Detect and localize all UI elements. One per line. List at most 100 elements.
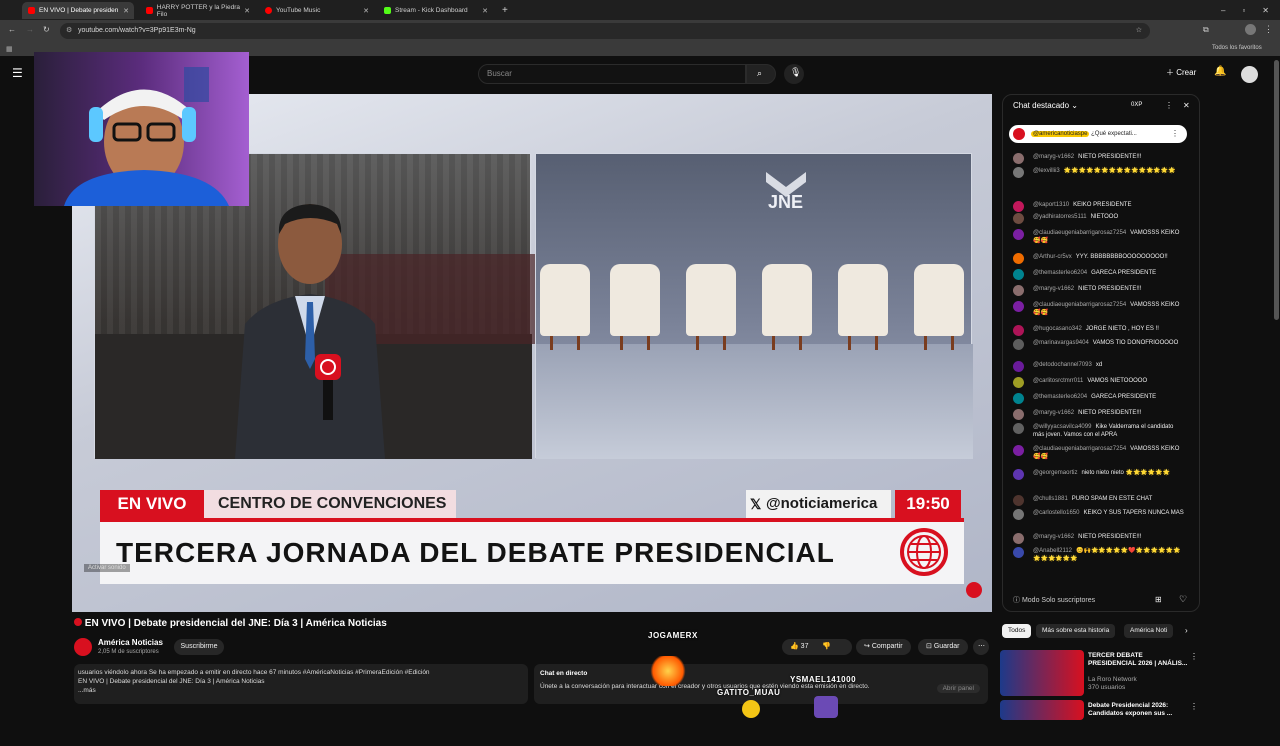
browser-tab-debate[interactable]: EN VIVO | Debate presiden ✕ (22, 2, 134, 19)
recommended-video[interactable]: TERCER DEBATE PRESIDENCIAL 2026 | ANÁLIS… (1000, 650, 1200, 696)
chat-author[interactable]: @Anabell2112 (1033, 548, 1072, 554)
forward-icon[interactable]: → (26, 25, 34, 34)
chevron-right-icon[interactable]: › (1185, 626, 1188, 635)
profile-avatar[interactable] (1245, 24, 1256, 35)
minimize-icon[interactable]: – (1221, 6, 1225, 15)
site-info-icon[interactable]: ⚙ (66, 23, 72, 39)
chat-avatar[interactable] (1013, 509, 1024, 520)
chat-message[interactable]: @georgemaortiz nieto nieto nieto 🌟🌟🌟🌟🌟🌟 (1013, 469, 1185, 480)
voice-search-button[interactable]: 🎙 (784, 64, 804, 84)
chat-author[interactable]: @maryg-v1662 (1033, 286, 1074, 292)
save-button[interactable]: ⊡ Guardar (918, 639, 968, 655)
account-avatar[interactable] (1241, 66, 1258, 83)
chat-message[interactable]: @themasterleo6204 GARECA PRESIDENTE (1013, 393, 1185, 404)
chat-author[interactable]: @lexvillii3 (1033, 168, 1060, 174)
dislike-icon[interactable]: 👎 (822, 643, 831, 650)
chat-message[interactable]: @themasterleo6204 GARECA PRESIDENTE (1013, 269, 1185, 280)
chat-avatar[interactable] (1013, 495, 1024, 506)
chat-author[interactable]: @claudiaeugeniabarrigarosaz7254 (1033, 446, 1126, 452)
chat-avatar[interactable] (1013, 445, 1024, 456)
show-more-link[interactable]: ...más (78, 686, 524, 695)
chat-message[interactable]: @carlitosrctmrr011 VAMOS NIETOOOOO (1013, 377, 1185, 388)
search-button[interactable]: ⌕ (746, 64, 776, 84)
chat-author[interactable]: @maryg-v1662 (1033, 534, 1074, 540)
open-panel-button[interactable]: Abrir panel (936, 684, 980, 693)
close-icon[interactable]: ✕ (123, 7, 129, 15)
points-badge[interactable]: 0XP (1131, 102, 1142, 108)
chat-message[interactable]: @hugocasano342 JORGE NIETO , HOY ES !! (1013, 325, 1185, 336)
chat-avatar[interactable] (1013, 377, 1024, 388)
chat-avatar[interactable] (1013, 285, 1024, 296)
browser-tab-youtube-music[interactable]: YouTube Music ✕ (259, 2, 374, 19)
chat-message[interactable]: @claudiaeugeniabarrigarosaz7254 VAMOSSS K… (1013, 301, 1185, 317)
chat-avatar[interactable] (1013, 339, 1024, 350)
close-icon[interactable]: ✕ (482, 7, 488, 15)
unmute-hint[interactable]: Activar sonido (84, 564, 130, 572)
chat-avatar[interactable] (1013, 269, 1024, 280)
window-controls[interactable]: – ▫ ✕ (1215, 2, 1275, 19)
chat-message[interactable]: @maryg-v1662 NIETO PRESIDENTE!!! (1013, 409, 1185, 420)
page-scrollbar[interactable] (1274, 60, 1279, 320)
chat-author[interactable]: @themasterleo6204 (1033, 394, 1087, 400)
notifications-bell-icon[interactable]: 🔔 (1214, 66, 1226, 77)
filter-chip-channel[interactable]: América Noti (1124, 624, 1174, 638)
chat-message[interactable]: @Arthur-cr5vx YYY. BBBBBBBBOOOOOOOOO!! (1013, 253, 1185, 264)
chat-avatar[interactable] (1013, 213, 1024, 224)
close-window-icon[interactable]: ✕ (1262, 6, 1269, 15)
filter-chip-all[interactable]: Todos (1002, 624, 1032, 638)
share-button[interactable]: ↪ Compartir (856, 639, 911, 655)
chat-author[interactable]: @Arthur-cr5vx (1033, 254, 1072, 260)
like-icon[interactable]: 👍 (790, 643, 799, 650)
close-icon[interactable]: ✕ (244, 7, 250, 15)
chat-author[interactable]: @carlitosrctmrr011 (1033, 378, 1083, 384)
chat-avatar[interactable] (1013, 393, 1024, 404)
channel-avatar[interactable] (74, 638, 92, 656)
close-chat-icon[interactable]: ✕ (1183, 101, 1190, 110)
chat-avatar[interactable] (1013, 153, 1024, 164)
browser-menu-icon[interactable]: ⋮ (1264, 24, 1273, 35)
chat-options-icon[interactable]: ⋮ (1165, 101, 1173, 110)
filter-chip-story[interactable]: Más sobre esta historia (1036, 624, 1116, 638)
more-actions-icon[interactable]: ⋯ (973, 639, 989, 655)
chat-author[interactable]: @maryg-v1662 (1033, 410, 1074, 416)
back-icon[interactable]: ← (8, 25, 16, 34)
chat-mode-dropdown[interactable]: Chat destacado ⌄ (1013, 101, 1078, 110)
chat-message[interactable]: @kaport1310 KEIKO PRESIDENTE (1013, 201, 1185, 212)
chat-author[interactable]: @kaport1310 (1033, 202, 1069, 208)
chat-message[interactable]: @claudiaeugeniabarrigarosaz7254 VAMOSSS K… (1013, 445, 1185, 461)
search-input[interactable]: Buscar (478, 64, 746, 84)
chat-avatar[interactable] (1013, 253, 1024, 264)
chat-message[interactable]: @Anabell2112 😊🙌🌟🌟🌟🌟🌟❤️🌟🌟🌟🌟🌟🌟🌟🌟🌟🌟🌟🌟 (1013, 547, 1185, 563)
reload-icon[interactable]: ↻ (43, 25, 50, 34)
chat-avatar[interactable] (1013, 469, 1024, 480)
chat-author[interactable]: @georgemaortiz (1033, 470, 1077, 476)
chat-message[interactable]: @yadhiratorres5111 NIETOOO (1013, 213, 1185, 224)
chat-message[interactable]: @willyyacsavilca4099 Kike Valderrama el c… (1013, 423, 1185, 439)
chat-avatar[interactable] (1013, 229, 1024, 240)
recommended-video[interactable]: Debate Presidencial 2026: Candidatos exp… (1000, 700, 1200, 746)
chat-author[interactable]: @claudiaeugeniabarrigarosaz7254 (1033, 302, 1126, 308)
chat-avatar[interactable] (1013, 409, 1024, 420)
pinned-message[interactable]: @americanoticiaspe ¿Qué expectati... ⋮ (1009, 125, 1187, 143)
create-button[interactable]: ＋ Crear (1166, 67, 1196, 78)
all-bookmarks-link[interactable]: Todos los favoritos (1212, 45, 1262, 51)
chat-avatar[interactable] (1013, 361, 1024, 372)
chat-author[interactable]: @themasterleo6204 (1033, 270, 1087, 276)
chat-author[interactable]: @maryg-v1662 (1033, 154, 1074, 160)
video-options-icon[interactable]: ⋮ (1190, 702, 1198, 711)
chat-avatar[interactable] (1013, 167, 1024, 178)
chat-message[interactable]: @detodochannel7093 xd (1013, 361, 1185, 372)
chat-message[interactable]: @carlostello1650 KEIKO Y SUS TAPERS NUNCA… (1013, 509, 1185, 520)
chat-avatar[interactable] (1013, 547, 1024, 558)
bookmark-star-icon[interactable]: ☆ (1136, 23, 1142, 39)
chat-avatar[interactable] (1013, 423, 1024, 434)
pinned-options-icon[interactable]: ⋮ (1171, 125, 1179, 143)
close-icon[interactable]: ✕ (363, 7, 369, 15)
browser-tab-kick[interactable]: Stream - Kick Dashboard ✕ (378, 2, 493, 19)
gift-icon[interactable]: ⊞ (1155, 595, 1162, 604)
heart-icon[interactable]: ♡ (1179, 594, 1187, 605)
chat-author[interactable]: @carlostello1650 (1033, 510, 1079, 516)
chat-author[interactable]: @detodochannel7093 (1033, 362, 1092, 368)
url-field[interactable]: ⚙ youtube.com/watch?v=3Pp91E3m-Ng ☆ (60, 23, 1150, 39)
new-tab-button[interactable]: + (496, 2, 510, 19)
